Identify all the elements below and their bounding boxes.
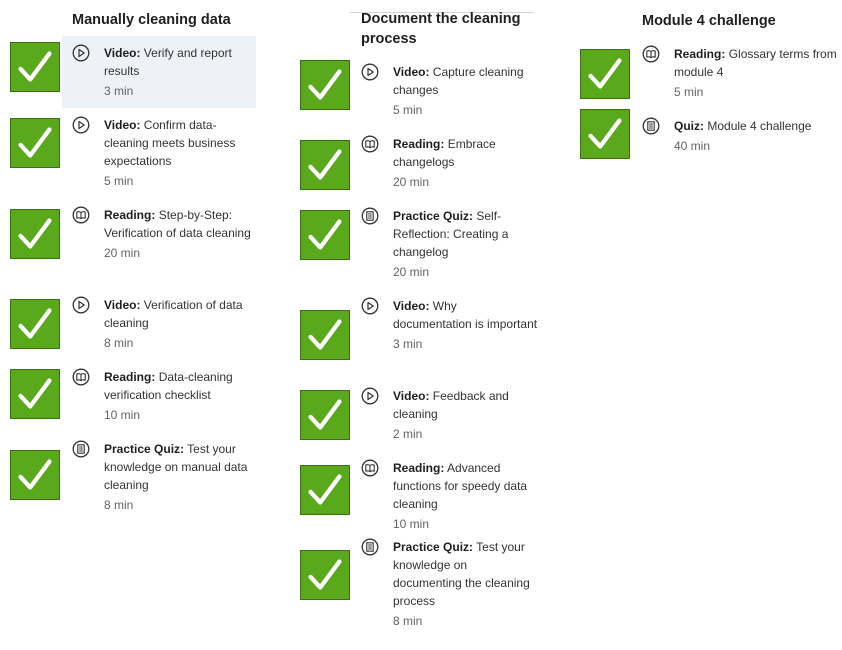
quiz-icon: [361, 207, 379, 225]
play-icon: [361, 297, 379, 315]
book-icon: [72, 206, 90, 224]
book-icon: [361, 135, 379, 153]
item-type: Video:: [104, 298, 141, 312]
item-duration: 8 min: [104, 498, 134, 512]
play-icon: [72, 116, 90, 134]
completed-check-icon: [10, 118, 60, 168]
completed-check-icon: [580, 49, 630, 99]
item-duration: 20 min: [393, 175, 430, 189]
item-type: Video:: [393, 65, 430, 79]
item-duration: 40 min: [674, 139, 711, 153]
item-duration: 10 min: [393, 517, 430, 531]
item-type: Reading:: [393, 137, 445, 151]
item-duration: 5 min: [393, 103, 423, 117]
item-duration: 2 min: [393, 427, 423, 441]
item-duration: 20 min: [393, 265, 430, 279]
completed-check-icon: [580, 109, 630, 159]
item-text: Practice Quiz: Test your knowledge on ma…: [104, 440, 254, 514]
completed-check-icon: [300, 210, 350, 260]
item-type: Practice Quiz:: [104, 442, 185, 456]
item-text: Reading: Step-by-Step: Verification of d…: [104, 206, 254, 262]
column-title: Manually cleaning data: [72, 12, 231, 28]
completed-check-icon: [300, 550, 350, 600]
play-icon: [361, 387, 379, 405]
item-text: Video: Verify and report results 3 min: [104, 44, 254, 100]
completed-check-icon: [300, 310, 350, 360]
item-text: Video: Confirm data-cleaning meets busin…: [104, 116, 254, 190]
item-title: Module 4 challenge: [707, 119, 812, 133]
item-type: Reading:: [104, 208, 156, 222]
item-duration: 8 min: [104, 336, 134, 350]
completed-check-icon: [10, 299, 60, 349]
quiz-icon: [361, 538, 379, 556]
item-text: Video: Capture cleaning changes 5 min: [393, 63, 538, 119]
item-duration: 20 min: [104, 246, 141, 260]
item-duration: 3 min: [104, 84, 134, 98]
book-icon: [72, 368, 90, 386]
quiz-icon: [72, 440, 90, 458]
play-icon: [72, 44, 90, 62]
play-icon: [361, 63, 379, 81]
completed-check-icon: [300, 60, 350, 110]
item-type: Video:: [104, 46, 141, 60]
book-icon: [642, 45, 660, 63]
completed-check-icon: [300, 465, 350, 515]
play-icon: [72, 296, 90, 314]
item-type: Video:: [104, 118, 141, 132]
item-type: Reading:: [104, 370, 156, 384]
item-text: Reading: Data-cleaning verification chec…: [104, 368, 254, 424]
completed-check-icon: [10, 42, 60, 92]
item-type: Reading:: [674, 47, 726, 61]
item-type: Quiz:: [674, 119, 704, 133]
item-duration: 8 min: [393, 614, 423, 628]
item-type: Reading:: [393, 461, 445, 475]
item-duration: 5 min: [104, 174, 134, 188]
item-duration: 5 min: [674, 85, 704, 99]
item-text: Reading: Glossary terms from module 45 m…: [674, 45, 842, 101]
completed-check-icon: [300, 390, 350, 440]
book-icon: [361, 459, 379, 477]
item-text: Quiz: Module 4 challenge 40 min: [674, 117, 842, 155]
completed-check-icon: [10, 369, 60, 419]
item-text: Practice Quiz: Self-Reflection: Creating…: [393, 207, 538, 281]
item-text: Video: Verification of data cleaning 8 mi…: [104, 296, 254, 352]
completed-check-icon: [10, 209, 60, 259]
item-type: Video:: [393, 389, 430, 403]
column-title: Module 4 challenge: [642, 13, 776, 29]
item-type: Practice Quiz:: [393, 540, 474, 554]
item-duration: 10 min: [104, 408, 141, 422]
column-title: Document the cleaning process: [361, 11, 521, 47]
completed-check-icon: [10, 450, 60, 500]
item-text: Video: Why documentation is important 3 m…: [393, 297, 538, 353]
item-text: Reading: Embrace changelogs 20 min: [393, 135, 538, 191]
completed-check-icon: [300, 140, 350, 190]
item-text: Practice Quiz: Test your knowledge on do…: [393, 538, 538, 630]
item-duration: 3 min: [393, 337, 423, 351]
item-type: Video:: [393, 299, 430, 313]
item-text: Video: Feedback and cleaning 2 min: [393, 387, 538, 443]
item-type: Practice Quiz:: [393, 209, 474, 223]
item-text: Reading: Advanced functions for speedy d…: [393, 459, 538, 533]
quiz-icon: [642, 117, 660, 135]
